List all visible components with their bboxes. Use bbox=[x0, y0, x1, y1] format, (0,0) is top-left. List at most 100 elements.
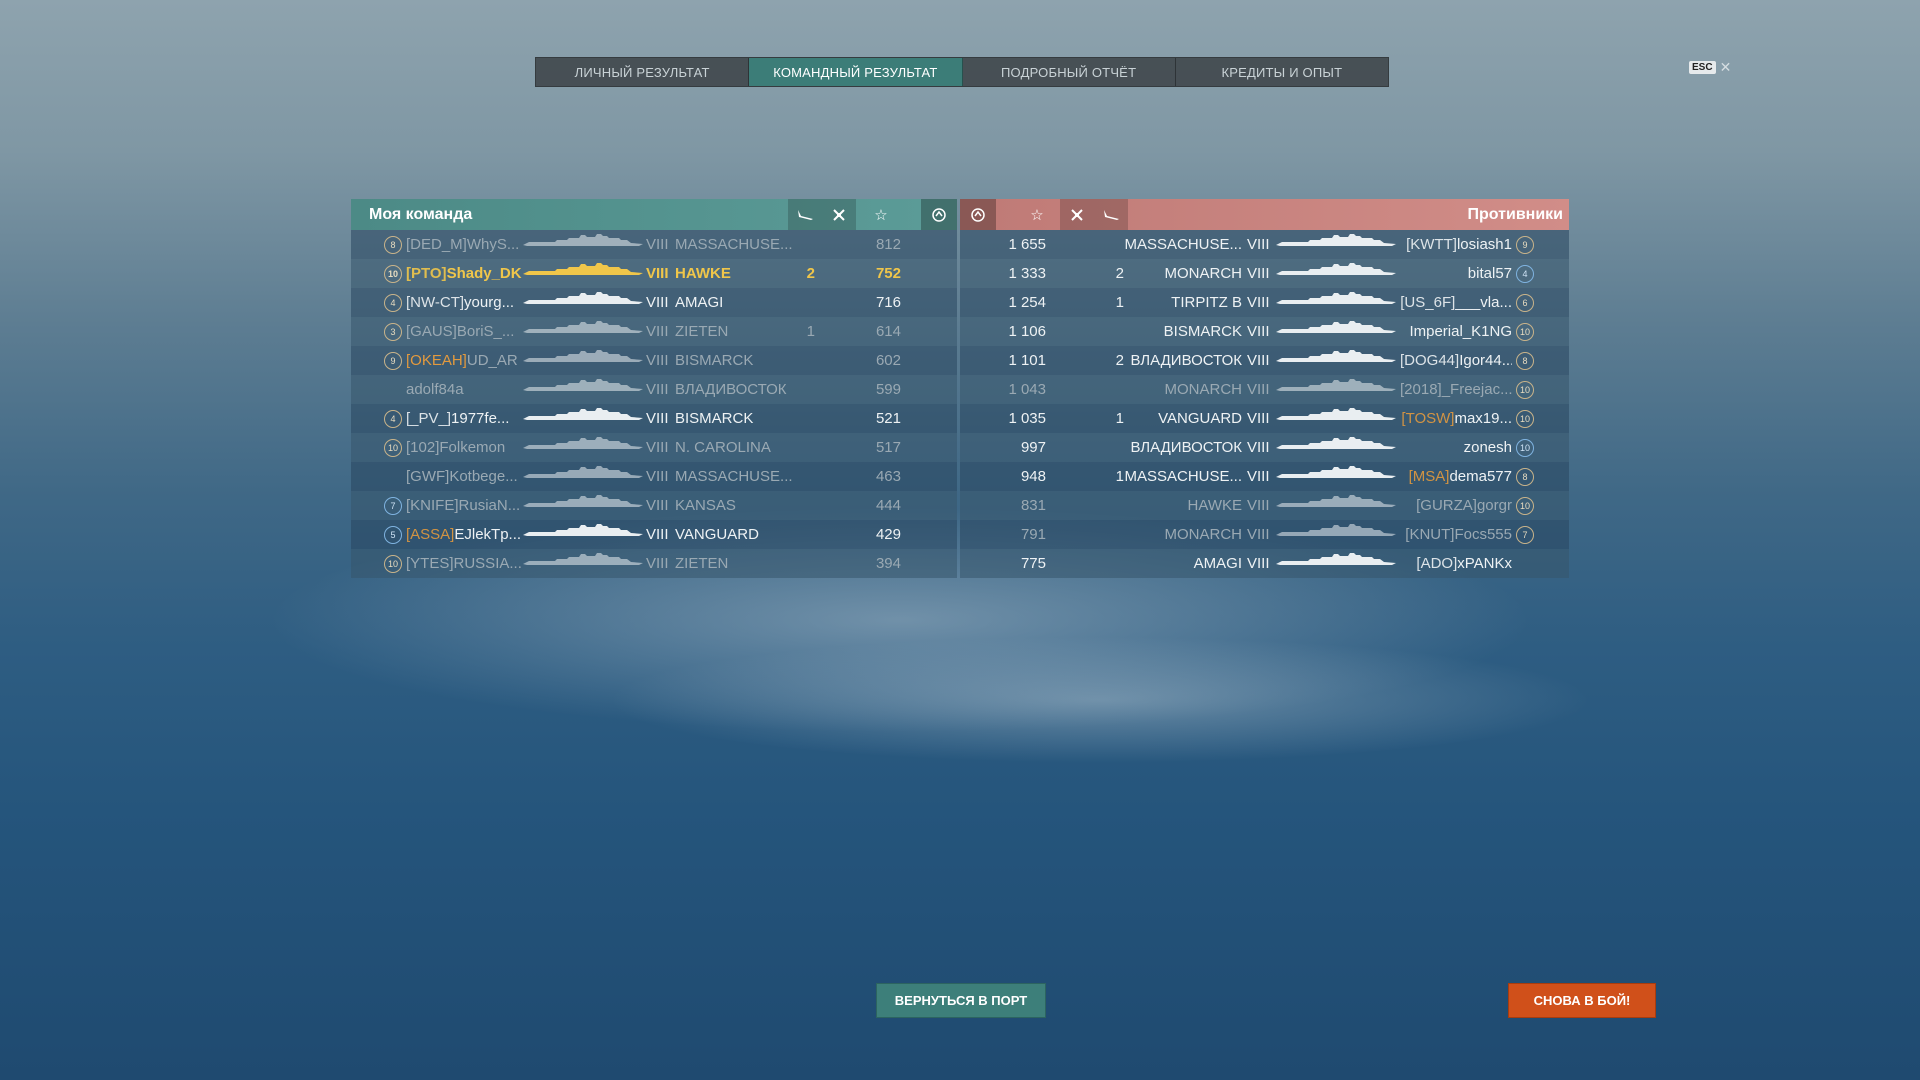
enemy-team-row[interactable]: 1 333 2 MONARCH VIII bital57 4 bbox=[960, 259, 1569, 288]
tab-personal-result[interactable]: ЛИЧНЫЙ РЕЗУЛЬТАТ bbox=[536, 58, 750, 86]
my-team-row[interactable]: 4 [_PV_]1977fe... VIII BISMARCK 521 bbox=[351, 404, 957, 433]
clan-tag: [ASSA] bbox=[406, 526, 455, 543]
player-label: bital57 bbox=[1400, 259, 1512, 288]
player-label: Imperial_K1NG bbox=[1400, 317, 1512, 346]
rank-badge: 4 bbox=[384, 410, 402, 428]
enemy-team-row[interactable]: 775 AMAGI VIII [ADO]xPANKx bbox=[960, 549, 1569, 578]
player-name: xPANKx bbox=[1457, 555, 1512, 572]
player-name: EJlekTp... bbox=[454, 526, 522, 543]
kills-value bbox=[791, 288, 815, 317]
rank-badge: 9 bbox=[384, 352, 402, 370]
ship-name: AMAGI bbox=[675, 294, 724, 311]
enemy-team-row[interactable]: 791 MONARCH VIII [KNUT]Focs555 7 bbox=[960, 520, 1569, 549]
my-team-title: Моя команда bbox=[369, 205, 473, 223]
clan-tag: [TOSW] bbox=[1401, 410, 1455, 427]
clan-tag: [GWF] bbox=[406, 468, 450, 485]
enemy-team-row[interactable]: 1 106 BISMARCK VIII Imperial_K1NG 10 bbox=[960, 317, 1569, 346]
my-team-row[interactable]: 3 [GAUS]BoriS_... VIII ZIETEN 1 614 bbox=[351, 317, 957, 346]
my-team-row[interactable]: [GWF]Kotbege... VIII MASSACHUSE... 463 bbox=[351, 462, 957, 491]
enemy-team-row[interactable]: 1 655 MASSACHUSE... VIII [KWTT]losiash1 9 bbox=[960, 230, 1569, 259]
rank-badge: 8 bbox=[1516, 468, 1534, 486]
tab-detailed-report[interactable]: ПОДРОБНЫЙ ОТЧЁТ bbox=[963, 58, 1176, 86]
ship-tier: VIII bbox=[1247, 410, 1270, 427]
base-xp-value: 716 bbox=[875, 294, 901, 311]
clan-tag: [GURZA] bbox=[1416, 497, 1477, 514]
enemy-team-row[interactable]: 831 HAWKE VIII [GURZA]gorgr 10 bbox=[960, 491, 1569, 520]
player-label: [_PV_]1977fe... bbox=[406, 404, 523, 433]
player-name: BoriS_... bbox=[456, 323, 515, 340]
tab-credits-and-xp[interactable]: КРЕДИТЫ И ОПЫТ bbox=[1176, 58, 1388, 86]
clan-tag: [2018] bbox=[1400, 381, 1442, 398]
ship-silhouette bbox=[1276, 404, 1396, 433]
base-xp-value: 614 bbox=[875, 323, 901, 340]
ship-name: ВЛАДИВОСТОК bbox=[1130, 439, 1242, 456]
my-team-row[interactable]: 10 [102]Folkemon VIII N. CAROLINA 517 bbox=[351, 433, 957, 462]
base-xp-value: 602 bbox=[875, 352, 901, 369]
ship-tier: VIII bbox=[646, 323, 669, 340]
ship-name: AMAGI bbox=[1193, 555, 1242, 572]
player-label: [ASSA]EJlekTp... bbox=[406, 520, 523, 549]
player-name: UD_AR bbox=[466, 352, 518, 369]
ship-silhouette-icon bbox=[1276, 466, 1396, 478]
kills-value bbox=[791, 404, 815, 433]
player-label: [ADO]xPANKx bbox=[1400, 549, 1512, 578]
clan-tag: [ADO] bbox=[1416, 555, 1458, 572]
ship-silhouette-icon bbox=[523, 524, 643, 536]
star-icon[interactable]: ☆ bbox=[856, 199, 906, 230]
return-to-port-button[interactable]: ВЕРНУТЬСЯ В ПОРТ bbox=[876, 983, 1046, 1018]
ship-tier: VIII bbox=[646, 526, 669, 543]
enemy-team-row[interactable]: 1 043 MONARCH VIII [2018]_Freejac... 10 bbox=[960, 375, 1569, 404]
enemy-team-row[interactable]: 948 1 MASSACHUSE... VIII [MSA]dema577 8 bbox=[960, 462, 1569, 491]
ship-name: BISMARCK bbox=[1163, 323, 1242, 340]
ship-silhouette-icon bbox=[1276, 437, 1396, 449]
clan-tag: [US_6F] bbox=[1400, 294, 1456, 311]
close-icon[interactable]: ✕ bbox=[1720, 59, 1732, 76]
base-xp-value: 1 254 bbox=[1008, 294, 1046, 311]
my-team-row[interactable]: 7 [KNIFE]RusiaN... VIII KANSAS 444 bbox=[351, 491, 957, 520]
plane-kills-icon[interactable] bbox=[1060, 199, 1094, 230]
ship-silhouette bbox=[1276, 346, 1396, 375]
my-team-row[interactable]: 4 [NW-CT]yourg... VIII AMAGI 716 bbox=[351, 288, 957, 317]
ship-silhouette-icon bbox=[523, 437, 643, 449]
base-icon[interactable] bbox=[960, 199, 996, 230]
ship-kills-icon[interactable] bbox=[788, 199, 822, 230]
base-xp-value: 599 bbox=[875, 381, 901, 398]
ship-kills-icon[interactable] bbox=[1094, 199, 1128, 230]
rank-badge: 8 bbox=[384, 236, 402, 254]
ship-tier: VIII bbox=[646, 352, 669, 369]
ship-silhouette-icon bbox=[523, 379, 643, 391]
kills-value bbox=[791, 375, 815, 404]
esc-key-hint: ESC bbox=[1689, 61, 1716, 74]
enemy-team-row[interactable]: 997 ВЛАДИВОСТОК VIII zonesh 10 bbox=[960, 433, 1569, 462]
enemy-team-row[interactable]: 1 254 1 TIRPITZ B VIII [US_6F]___vla... 6 bbox=[960, 288, 1569, 317]
my-team-row[interactable]: adolf84a VIII ВЛАДИВОСТОК 599 bbox=[351, 375, 957, 404]
my-team-row[interactable]: 8 [DED_M]WhyS... VIII MASSACHUSE... 812 bbox=[351, 230, 957, 259]
my-team-row[interactable]: 10 [YTES]RUSSIA... VIII ZIETEN 394 bbox=[351, 549, 957, 578]
base-icon[interactable] bbox=[921, 199, 957, 230]
ship-silhouette-icon bbox=[523, 321, 643, 333]
ship-name: KANSAS bbox=[675, 497, 736, 514]
battle-again-button[interactable]: СНОВА В БОЙ! bbox=[1508, 983, 1656, 1018]
close-button[interactable]: ESC ✕ bbox=[1689, 59, 1731, 76]
base-xp-value: 1 043 bbox=[1008, 381, 1046, 398]
plane-kills-icon[interactable] bbox=[822, 199, 856, 230]
enemy-team-row[interactable]: 1 035 1 VANGUARD VIII [TOSW]max19... 10 bbox=[960, 404, 1569, 433]
enemy-team-row[interactable]: 1 101 2 ВЛАДИВОСТОК VIII [DOG44]Igor44... 8 bbox=[960, 346, 1569, 375]
rank-badge: 8 bbox=[1516, 352, 1534, 370]
player-name: dema577 bbox=[1449, 468, 1512, 485]
base-xp-value: 1 333 bbox=[1008, 265, 1046, 282]
ship-tier: VIII bbox=[1247, 468, 1270, 485]
ship-tier: VIII bbox=[646, 439, 669, 456]
clan-tag: [_PV_] bbox=[406, 410, 452, 427]
my-team-row[interactable]: 10 [PTO]Shady_DK VIII HAWKE 2 752 bbox=[351, 259, 957, 288]
ship-name: BISMARCK bbox=[675, 352, 754, 369]
my-team-row[interactable]: 5 [ASSA]EJlekTp... VIII VANGUARD 429 bbox=[351, 520, 957, 549]
tab-team-result[interactable]: КОМАНДНЫЙ РЕЗУЛЬТАТ bbox=[749, 58, 963, 86]
base-xp-value: 394 bbox=[875, 555, 901, 572]
player-name: RusiaN... bbox=[458, 497, 521, 514]
star-icon[interactable]: ☆ bbox=[1012, 199, 1062, 230]
player-label: [YTES]RUSSIA... bbox=[406, 549, 523, 578]
player-name: ___vla... bbox=[1455, 294, 1512, 311]
my-team-row[interactable]: 9 [OKEAH]UD_AR VIII BISMARCK 602 bbox=[351, 346, 957, 375]
ship-silhouette bbox=[523, 317, 643, 346]
